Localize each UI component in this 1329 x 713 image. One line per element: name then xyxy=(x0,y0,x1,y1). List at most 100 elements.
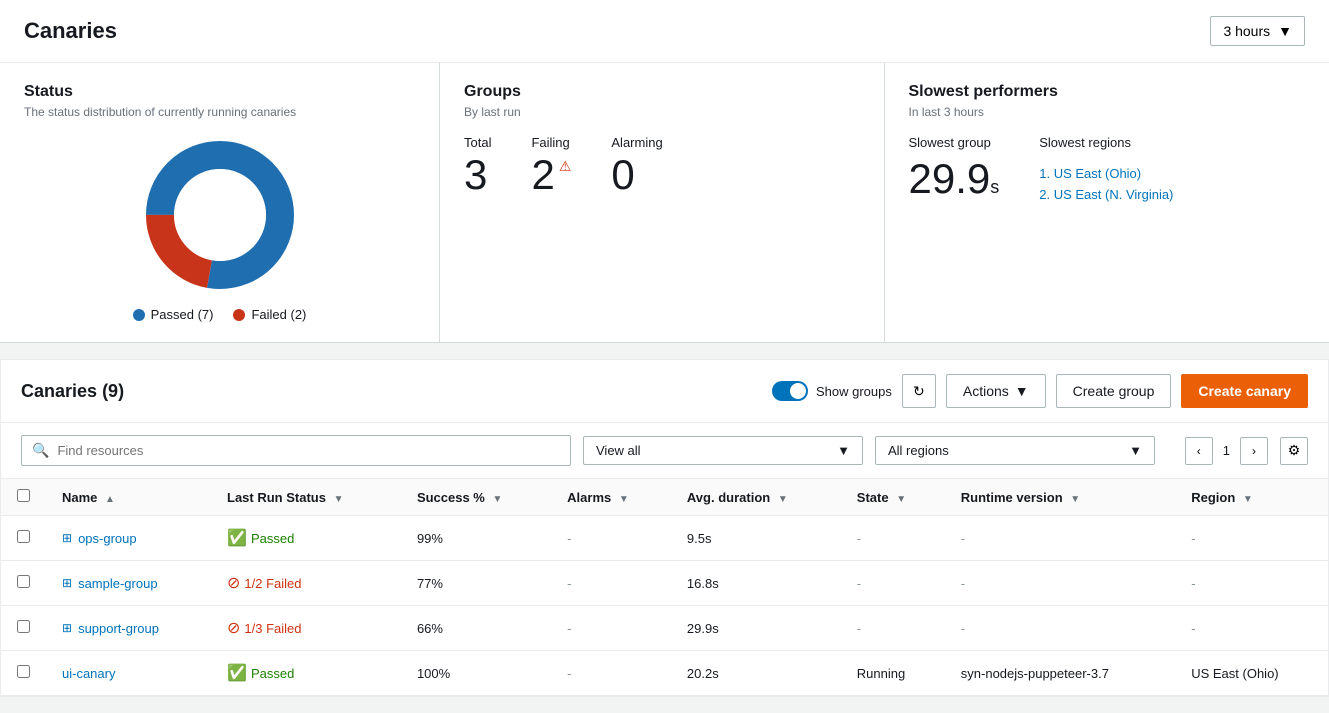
table-title-container: Canaries (9) xyxy=(21,381,124,402)
name-sort-icon: ▲ xyxy=(105,494,115,505)
runtime-sort-icon: ▼ xyxy=(1070,494,1080,505)
row-avg-duration: 9.5s xyxy=(671,516,841,561)
col-header-alarms[interactable]: Alarms ▼ xyxy=(551,479,671,516)
refresh-button[interactable]: ↻ xyxy=(902,374,936,408)
failing-metric: Failing 2 ⚠ xyxy=(531,135,571,196)
region-filter[interactable]: All regions ▼ xyxy=(875,436,1155,465)
row-state: Running xyxy=(841,651,945,696)
region-link-1[interactable]: 1. US East (Ohio) xyxy=(1039,166,1173,181)
actions-chevron-icon: ▼ xyxy=(1015,383,1029,399)
select-all-checkbox[interactable] xyxy=(17,489,30,502)
table-row: ⊞support-group⊘ 1/3 Failed66%-29.9s--- xyxy=(1,606,1328,651)
create-canary-button[interactable]: Create canary xyxy=(1181,374,1308,408)
search-input[interactable] xyxy=(57,443,560,458)
table-header: Canaries (9) Show groups ↻ Actions ▼ Cre… xyxy=(1,360,1328,423)
col-header-avg-duration[interactable]: Avg. duration ▼ xyxy=(671,479,841,516)
table-row: ⊞ops-group✅ Passed99%-9.5s--- xyxy=(1,516,1328,561)
row-avg-duration: 16.8s xyxy=(671,561,841,606)
legend-failed: Failed (2) xyxy=(233,307,306,322)
row-name-link[interactable]: ⊞support-group xyxy=(62,621,195,636)
row-runtime-version: syn-nodejs-puppeteer-3.7 xyxy=(945,651,1175,696)
row-success-pct: 77% xyxy=(401,561,551,606)
legend-failed-label: Failed (2) xyxy=(251,307,306,322)
actions-button[interactable]: Actions ▼ xyxy=(946,374,1046,408)
col-header-state[interactable]: State ▼ xyxy=(841,479,945,516)
page-title: Canaries xyxy=(24,18,117,44)
table-row: ⊞sample-group⊘ 1/2 Failed77%-16.8s--- xyxy=(1,561,1328,606)
col-header-success-pct[interactable]: Success % ▼ xyxy=(401,479,551,516)
total-value: 3 xyxy=(464,154,491,196)
alert-icon: ⚠ xyxy=(559,158,572,175)
row-region: US East (Ohio) xyxy=(1175,651,1328,696)
region-link-2[interactable]: 2. US East (N. Virginia) xyxy=(1039,187,1173,202)
actions-label: Actions xyxy=(963,383,1009,399)
col-header-last-run-status[interactable]: Last Run Status ▼ xyxy=(211,479,401,516)
row-name-link[interactable]: ui-canary xyxy=(62,666,195,681)
slowest-metrics: Slowest group 29.9s Slowest regions 1. U… xyxy=(909,135,1306,202)
row-alarms: - xyxy=(551,651,671,696)
x-icon: ⊘ xyxy=(227,573,240,593)
search-box: 🔍 xyxy=(21,435,571,466)
row-alarms: - xyxy=(551,606,671,651)
row-runtime-version: - xyxy=(945,561,1175,606)
alarming-metric: Alarming 0 xyxy=(611,135,662,196)
row-alarms: - xyxy=(551,561,671,606)
slowest-panel: Slowest performers In last 3 hours Slowe… xyxy=(885,63,1329,342)
status-passed: ✅ Passed xyxy=(227,528,385,548)
create-group-button[interactable]: Create group xyxy=(1056,374,1172,408)
row-checkbox[interactable] xyxy=(17,530,30,543)
legend-passed: Passed (7) xyxy=(133,307,214,322)
row-checkbox[interactable] xyxy=(17,620,30,633)
col-header-region[interactable]: Region ▼ xyxy=(1175,479,1328,516)
row-state: - xyxy=(841,606,945,651)
alarming-label: Alarming xyxy=(611,135,662,150)
table-settings-button[interactable]: ⚙ xyxy=(1280,437,1308,465)
row-success-pct: 66% xyxy=(401,606,551,651)
chart-legend: Passed (7) Failed (2) xyxy=(133,307,307,322)
region-filter-chevron-icon: ▼ xyxy=(1129,443,1142,458)
next-page-button[interactable]: › xyxy=(1240,437,1268,465)
time-picker-button[interactable]: 3 hours ▼ xyxy=(1210,16,1305,46)
view-all-filter[interactable]: View all ▼ xyxy=(583,436,863,465)
row-name-link[interactable]: ⊞ops-group xyxy=(62,531,195,546)
avg-duration-sort-icon: ▼ xyxy=(778,494,788,505)
row-avg-duration: 29.9s xyxy=(671,606,841,651)
failing-value: 2 xyxy=(531,154,554,196)
legend-failed-dot xyxy=(233,309,245,321)
row-alarms: - xyxy=(551,516,671,561)
x-icon: ⊘ xyxy=(227,618,240,638)
prev-page-button[interactable]: ‹ xyxy=(1185,437,1213,465)
stats-section: Status The status distribution of curren… xyxy=(0,63,1329,343)
expand-icon: ⊞ xyxy=(62,531,72,545)
row-state: - xyxy=(841,516,945,561)
row-runtime-version: - xyxy=(945,516,1175,561)
slowest-group-value: 29.9s xyxy=(909,158,1000,200)
show-groups-toggle-container: Show groups xyxy=(772,381,892,401)
time-picker-label: 3 hours xyxy=(1223,23,1270,39)
failing-label: Failing xyxy=(531,135,571,150)
row-checkbox[interactable] xyxy=(17,575,30,588)
status-panel: Status The status distribution of curren… xyxy=(0,63,440,342)
row-name-link[interactable]: ⊞sample-group xyxy=(62,576,195,591)
legend-passed-dot xyxy=(133,309,145,321)
groups-panel-title: Groups xyxy=(464,83,860,101)
row-checkbox[interactable] xyxy=(17,665,30,678)
col-header-runtime-version[interactable]: Runtime version ▼ xyxy=(945,479,1175,516)
col-header-name[interactable]: Name ▲ xyxy=(46,479,211,516)
check-icon: ✅ xyxy=(227,663,247,683)
search-icon: 🔍 xyxy=(32,442,49,459)
expand-icon: ⊞ xyxy=(62,621,72,635)
slowest-group-label: Slowest group xyxy=(909,135,1000,150)
show-groups-toggle[interactable] xyxy=(772,381,808,401)
success-sort-icon: ▼ xyxy=(492,494,502,505)
select-all-header xyxy=(1,479,46,516)
table-title: Canaries (9) xyxy=(21,381,124,401)
region-links: 1. US East (Ohio) 2. US East (N. Virgini… xyxy=(1039,166,1173,202)
row-runtime-version: - xyxy=(945,606,1175,651)
check-icon: ✅ xyxy=(227,528,247,548)
slowest-regions-label: Slowest regions xyxy=(1039,135,1173,150)
show-groups-label: Show groups xyxy=(816,384,892,399)
table-controls: Show groups ↻ Actions ▼ Create group Cre… xyxy=(772,374,1308,408)
slowest-group-metric: Slowest group 29.9s xyxy=(909,135,1000,202)
alarming-value: 0 xyxy=(611,154,662,196)
